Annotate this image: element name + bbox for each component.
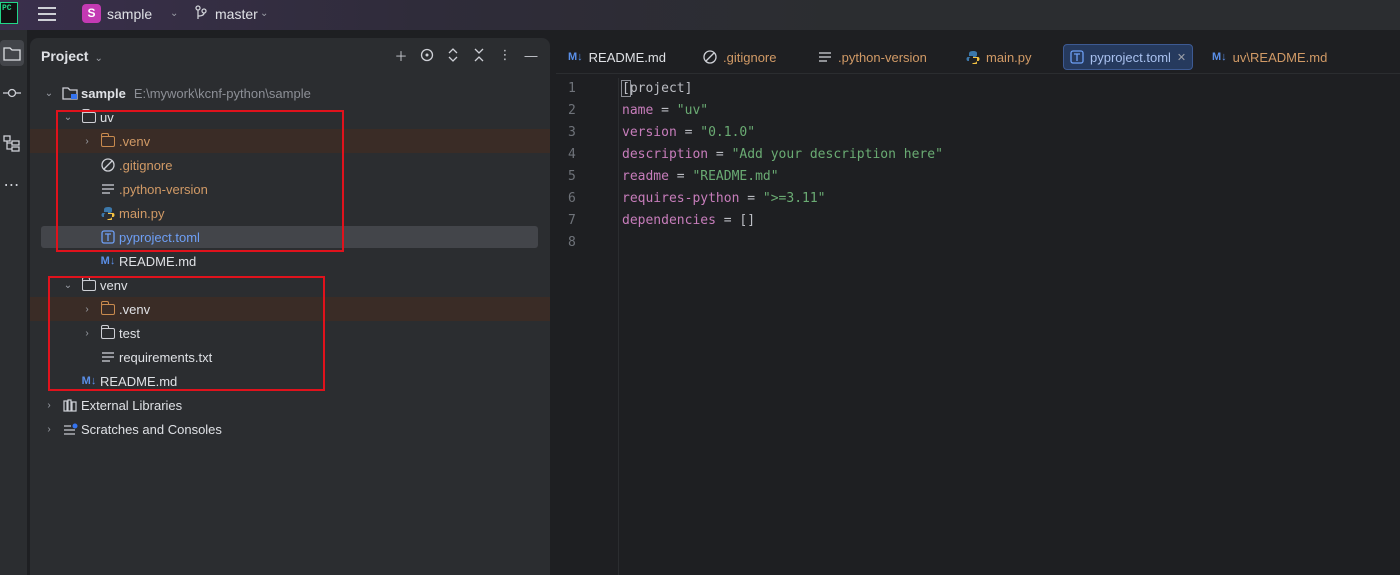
project-badge[interactable]: S [82,4,101,23]
tab-main-py[interactable]: main.py [966,44,1032,70]
locate-icon[interactable] [420,46,434,64]
chevron-down-icon[interactable]: ⌄ [260,8,268,19]
tool-window-strip: ⋯ [0,30,28,575]
editor-tabs: M↓ README.md .gitignore .python-version … [556,38,1400,74]
collapse-all-icon[interactable] [472,46,486,64]
code-op: = [739,191,763,206]
main-menu-icon[interactable] [38,7,56,21]
tree-row-sample[interactable]: ⌄ sample E:\mywork\kcnf-python\sample [30,81,550,105]
tab-label: main.py [986,49,1032,65]
project-panel: Project ⌄ ＋ ⋮ — ⌄ sample E:\mywork\kcnf-py… [30,38,550,575]
highlight-box-venv [48,276,325,391]
git-branch-icon[interactable] [194,5,208,21]
code-line: description = "Add your description here… [622,147,943,162]
tab-python-version[interactable]: .python-version [818,44,927,70]
chevron-down-icon[interactable]: ⌄ [170,8,178,19]
markdown-file-icon: M↓ [1212,51,1227,63]
hide-panel-icon[interactable]: — [524,46,538,64]
code-key: name [622,103,654,118]
tree-label: sample [81,85,126,101]
editor-area: M↓ README.md .gitignore .python-version … [556,38,1400,575]
branch-switcher[interactable]: master [215,6,258,22]
tab-label: pyproject.toml [1090,49,1171,65]
code-value: ">=3.11" [762,191,826,206]
library-icon [62,397,78,413]
title-bar: PC S sample ⌄ master ⌄ [0,0,1400,30]
code-line: dependencies = [] [622,213,755,228]
code-key: requires-python [622,191,740,206]
options-icon[interactable]: ⋮ [498,46,512,64]
code-value: [] [739,213,756,228]
tab-uv-readme[interactable]: M↓ uv\README.md [1212,44,1327,70]
code-op: = [668,169,693,184]
project-switcher[interactable]: sample [107,6,152,22]
tree-row-readme-uv[interactable]: M↓ README.md [30,249,550,273]
toml-file-icon [1070,50,1084,64]
text-file-icon [818,51,832,63]
tab-label: README.md [588,49,666,65]
chevron-right-icon[interactable]: › [43,400,55,411]
pycharm-logo-icon[interactable]: PC [0,2,18,24]
tree-row-external-libraries[interactable]: › External Libraries [30,393,550,417]
tab-readme[interactable]: M↓ README.md [568,44,666,70]
code-line: [project] [621,80,693,97]
line-number: 5 [568,169,576,184]
line-number: 4 [568,147,576,162]
line-number: 2 [568,103,576,118]
more-tools-icon[interactable]: ⋯ [0,172,24,198]
code-value: "uv" [676,103,709,118]
expand-all-icon[interactable] [446,46,460,64]
code-key: dependencies [622,213,716,228]
line-number: 8 [568,235,576,250]
project-path: E:\mywork\kcnf-python\sample [133,85,311,101]
code-op: = [676,125,701,140]
code-key: version [622,125,677,140]
tree-label: README.md [119,253,197,269]
tree-label: External Libraries [81,397,183,413]
line-number: 3 [568,125,576,140]
python-file-icon [966,50,980,64]
panel-title[interactable]: Project ⌄ [41,48,103,64]
markdown-file-icon: M↓ [100,255,116,267]
tab-label: .gitignore [723,49,777,65]
tree-label: Scratches and Consoles [81,421,222,437]
tab-gitignore[interactable]: .gitignore [703,44,776,70]
code-op: = [715,213,740,228]
line-number: 1 [568,81,576,96]
project-tool-icon[interactable] [0,40,24,66]
code-op: = [653,103,677,118]
code-value: "0.1.0" [700,125,756,140]
code-line: readme = "README.md" [622,169,779,184]
scratches-icon [62,421,78,437]
chevron-down-icon[interactable]: ⌄ [43,88,55,99]
new-file-icon[interactable]: ＋ [394,46,408,64]
code-line: version = "0.1.0" [622,125,755,140]
line-number-gutter: 1 2 3 4 5 6 7 8 [556,78,619,575]
panel-toolbar: ＋ ⋮ — [394,46,538,64]
tab-label: .python-version [838,49,927,65]
code-key: readme [622,169,669,184]
code-value: "Add your description here" [731,147,943,162]
code-value: "README.md" [692,169,779,184]
ignore-file-icon [703,50,717,64]
code-token: project] [629,81,693,96]
markdown-file-icon: M↓ [568,51,583,63]
tab-pyproject[interactable]: pyproject.toml ✕ [1063,44,1194,70]
tree-row-scratches[interactable]: › Scratches and Consoles [30,417,550,441]
caret-bracket: [ [621,80,631,97]
tab-label: uv\README.md [1232,49,1328,65]
close-icon[interactable]: ✕ [1177,51,1186,64]
line-number: 7 [568,213,576,228]
code-line: requires-python = ">=3.11" [622,191,826,206]
commit-tool-icon[interactable] [0,80,24,106]
highlight-box-uv [56,110,344,252]
line-number: 6 [568,191,576,206]
chevron-right-icon[interactable]: › [43,424,55,435]
code-line: name = "uv" [622,103,708,118]
code-key: description [622,147,709,162]
code-op: = [708,147,732,162]
module-folder-icon [62,85,78,101]
structure-tool-icon[interactable] [0,131,24,157]
